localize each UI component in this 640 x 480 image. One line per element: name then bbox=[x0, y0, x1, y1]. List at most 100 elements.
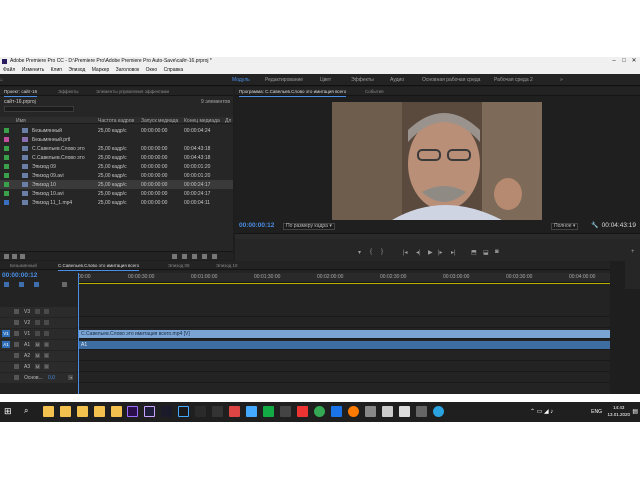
solo-icon[interactable]: S bbox=[44, 342, 49, 347]
workspace-more-icon[interactable]: » bbox=[560, 77, 563, 83]
step-forward-icon[interactable]: |▸ bbox=[438, 249, 443, 256]
time-ruler[interactable]: 00:00 00:00:30:00 00:01:00:00 00:01:30:0… bbox=[78, 273, 618, 283]
tab-events[interactable]: События bbox=[365, 89, 384, 94]
eye-icon[interactable] bbox=[44, 309, 49, 314]
icon-view-icon[interactable] bbox=[20, 254, 25, 259]
folder-icon[interactable] bbox=[77, 406, 88, 417]
menu-window[interactable]: Окно bbox=[146, 67, 158, 73]
tab-effects[interactable]: Эффекты bbox=[58, 89, 78, 94]
col-fps[interactable]: Частота кадров bbox=[98, 118, 134, 124]
list-item[interactable]: Эпизод 10 25,00 кадр/с 00:00:00:00 00:00… bbox=[0, 180, 233, 189]
mute-icon[interactable]: M bbox=[35, 364, 40, 369]
eye-icon[interactable] bbox=[44, 331, 49, 336]
solo-icon[interactable]: S bbox=[44, 364, 49, 369]
maximize-icon[interactable]: □ bbox=[620, 57, 628, 66]
file-explorer-icon[interactable] bbox=[43, 406, 54, 417]
tab-sequence-untitled[interactable]: Безымянный bbox=[10, 263, 37, 268]
tab-sequence-main[interactable]: С.Савельев.Слово это имитация всего bbox=[58, 263, 140, 271]
app-icon[interactable] bbox=[229, 406, 240, 417]
app-icon[interactable] bbox=[195, 406, 206, 417]
list-item[interactable]: Эпизод 09.avi 25,00 кадр/с 00:00:00:00 0… bbox=[0, 171, 233, 180]
linked-selection-icon[interactable] bbox=[19, 282, 24, 287]
export-frame-icon[interactable]: ◙ bbox=[495, 249, 499, 255]
app-icon[interactable] bbox=[382, 406, 393, 417]
quality-dropdown[interactable]: Полное ▾ bbox=[551, 223, 579, 230]
add-button-icon[interactable]: + bbox=[631, 249, 635, 255]
new-item-icon[interactable] bbox=[202, 254, 207, 259]
lock-icon[interactable] bbox=[14, 320, 19, 325]
snap-icon[interactable] bbox=[4, 282, 9, 287]
tab-program[interactable]: Программа: С.Савельев.Слово это имитация… bbox=[239, 89, 347, 97]
app-icon[interactable] bbox=[161, 406, 172, 417]
workspace-essentials[interactable]: Основная рабочая среда bbox=[422, 77, 480, 83]
app-icon[interactable] bbox=[331, 406, 342, 417]
video-frame[interactable] bbox=[332, 102, 542, 220]
fit-dropdown[interactable]: По размеру кадра ▾ bbox=[283, 223, 335, 230]
lock-icon[interactable] bbox=[14, 353, 19, 358]
video-clip[interactable]: С.Савельев.Слово это имитация всего.mp4 … bbox=[78, 330, 617, 338]
workspace-color[interactable]: Цвет bbox=[320, 77, 331, 83]
folder-icon[interactable] bbox=[60, 406, 71, 417]
app-icon[interactable] bbox=[297, 406, 308, 417]
extract-icon[interactable]: ⬓ bbox=[483, 249, 489, 256]
menu-marker[interactable]: Маркер bbox=[92, 67, 110, 73]
col-duration[interactable]: Дл bbox=[225, 118, 231, 124]
app-icon[interactable] bbox=[212, 406, 223, 417]
source-patch-v1[interactable]: V1 bbox=[2, 330, 10, 337]
tab-sequence-09[interactable]: Эпизод 09 bbox=[168, 263, 189, 268]
app-icon[interactable] bbox=[399, 406, 410, 417]
col-media-end[interactable]: Конец медиада bbox=[184, 118, 220, 124]
chrome-icon[interactable] bbox=[314, 406, 325, 417]
wrench-icon[interactable]: 🔧 bbox=[591, 222, 598, 229]
mark-out-icon[interactable]: { bbox=[370, 249, 372, 255]
wrench-icon[interactable] bbox=[62, 282, 67, 287]
lock-icon[interactable] bbox=[14, 375, 19, 380]
lock-icon[interactable] bbox=[14, 342, 19, 347]
sync-icon[interactable] bbox=[35, 320, 40, 325]
list-view-icon[interactable] bbox=[12, 254, 17, 259]
tab-project[interactable]: Проект: сайт-16 bbox=[4, 89, 38, 97]
workspace-effects[interactable]: Эффекты bbox=[351, 77, 374, 83]
mark-in-icon[interactable]: ▾ bbox=[358, 249, 361, 256]
app-icon[interactable] bbox=[365, 406, 376, 417]
lock-icon[interactable] bbox=[14, 309, 19, 314]
play-icon[interactable]: ▶ bbox=[428, 249, 433, 256]
firefox-icon[interactable] bbox=[348, 406, 359, 417]
menu-file[interactable]: Файл bbox=[3, 67, 15, 73]
new-bin-icon[interactable] bbox=[192, 254, 197, 259]
go-to-out-icon[interactable]: ▸| bbox=[451, 249, 456, 256]
tab-effect-controls[interactable]: Элементы управления эффектами bbox=[96, 89, 169, 94]
go-to-in-icon[interactable]: |◂ bbox=[403, 249, 408, 256]
step-back-icon[interactable]: ◂| bbox=[416, 249, 421, 256]
start-icon[interactable]: ⊞ bbox=[4, 406, 15, 417]
timeline-vertical-scrollbar[interactable] bbox=[610, 261, 625, 394]
list-item[interactable]: Безымянный 25,00 кадр/с 00:00:00:00 00:0… bbox=[0, 126, 233, 135]
search-icon[interactable]: ⌕ bbox=[24, 406, 35, 417]
tab-sequence-10[interactable]: Эпизод 10 bbox=[216, 263, 237, 268]
sync-icon[interactable] bbox=[35, 309, 40, 314]
after-effects-icon[interactable] bbox=[144, 406, 155, 417]
lock-icon[interactable] bbox=[4, 254, 9, 259]
audio-clip[interactable]: A1 bbox=[78, 341, 617, 349]
app-icon[interactable] bbox=[280, 406, 291, 417]
project-search-input[interactable] bbox=[4, 106, 74, 112]
list-item[interactable]: С.Савельев.Слово это 25,00 кадр/с 00:00:… bbox=[0, 144, 233, 153]
premiere-icon[interactable] bbox=[127, 406, 138, 417]
source-patch-a1[interactable]: A1 bbox=[2, 341, 10, 348]
menu-title[interactable]: Заголовок bbox=[116, 67, 140, 73]
app-icon[interactable] bbox=[416, 406, 427, 417]
new-bin-icon[interactable] bbox=[172, 254, 177, 259]
workspace-editing[interactable]: Редактирование bbox=[265, 77, 303, 83]
list-item[interactable]: Эпизод 11_1.mp4 25,00 кадр/с 00:00:00:00… bbox=[0, 198, 233, 207]
menu-help[interactable]: Справка bbox=[164, 67, 184, 73]
mute-icon[interactable]: M bbox=[35, 353, 40, 358]
list-item[interactable]: Безымянный.prtl bbox=[0, 135, 233, 144]
language-indicator[interactable]: ENG bbox=[591, 409, 602, 415]
system-clock[interactable]: 14:43 13.01.2020 bbox=[607, 404, 630, 418]
list-item[interactable]: Эпизод 10.avi 25,00 кадр/с 00:00:00:00 0… bbox=[0, 189, 233, 198]
timeline-timecode[interactable]: 00:00:00:12 bbox=[2, 272, 37, 279]
menu-sequence[interactable]: Эпизод bbox=[68, 67, 85, 73]
playhead[interactable] bbox=[78, 273, 79, 394]
app-icon[interactable] bbox=[246, 406, 257, 417]
col-name[interactable]: Имя bbox=[16, 118, 26, 124]
